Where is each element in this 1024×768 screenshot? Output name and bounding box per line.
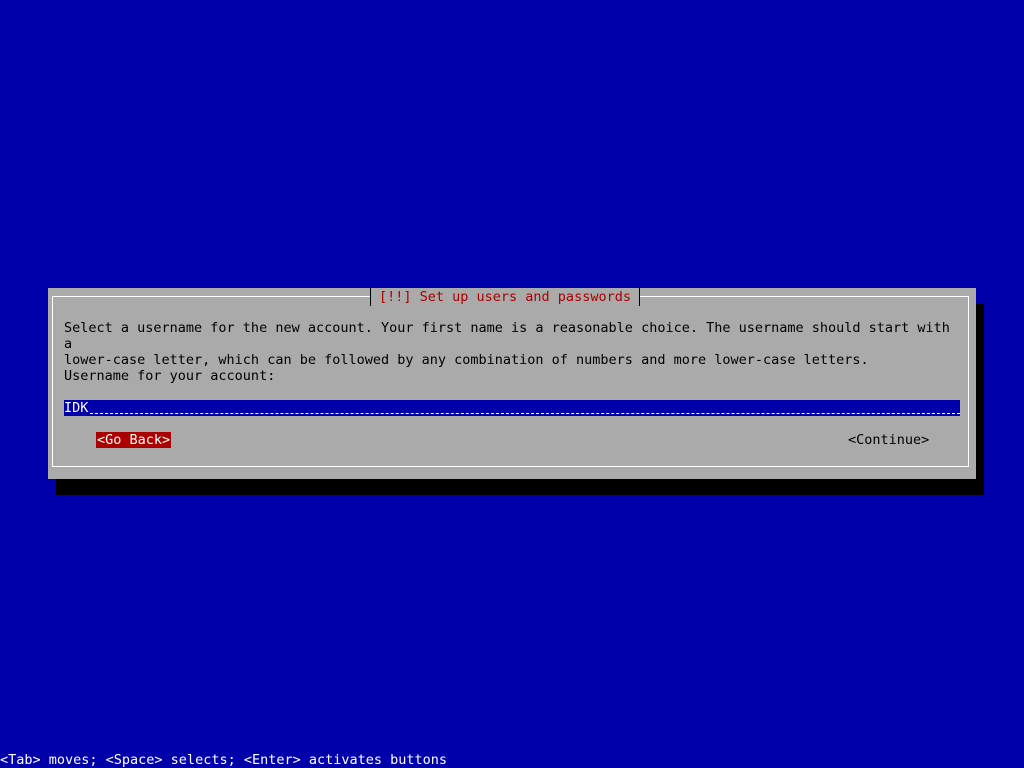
go-back-button[interactable]: <Go Back>: [96, 432, 172, 448]
dialog-description: Select a username for the new account. Y…: [64, 320, 950, 368]
continue-button[interactable]: <Continue>: [848, 432, 929, 448]
dialog-title: [!!] Set up users and passwords: [370, 288, 640, 306]
setup-users-dialog: [!!] Set up users and passwords Select a…: [48, 288, 976, 479]
keyboard-help-text: <Tab> moves; <Space> selects; <Enter> ac…: [0, 752, 448, 768]
username-prompt-label: Username for your account:: [64, 368, 276, 384]
username-input[interactable]: IDK: [64, 400, 960, 416]
installer-screen: [!!] Set up users and passwords Select a…: [0, 0, 1024, 768]
